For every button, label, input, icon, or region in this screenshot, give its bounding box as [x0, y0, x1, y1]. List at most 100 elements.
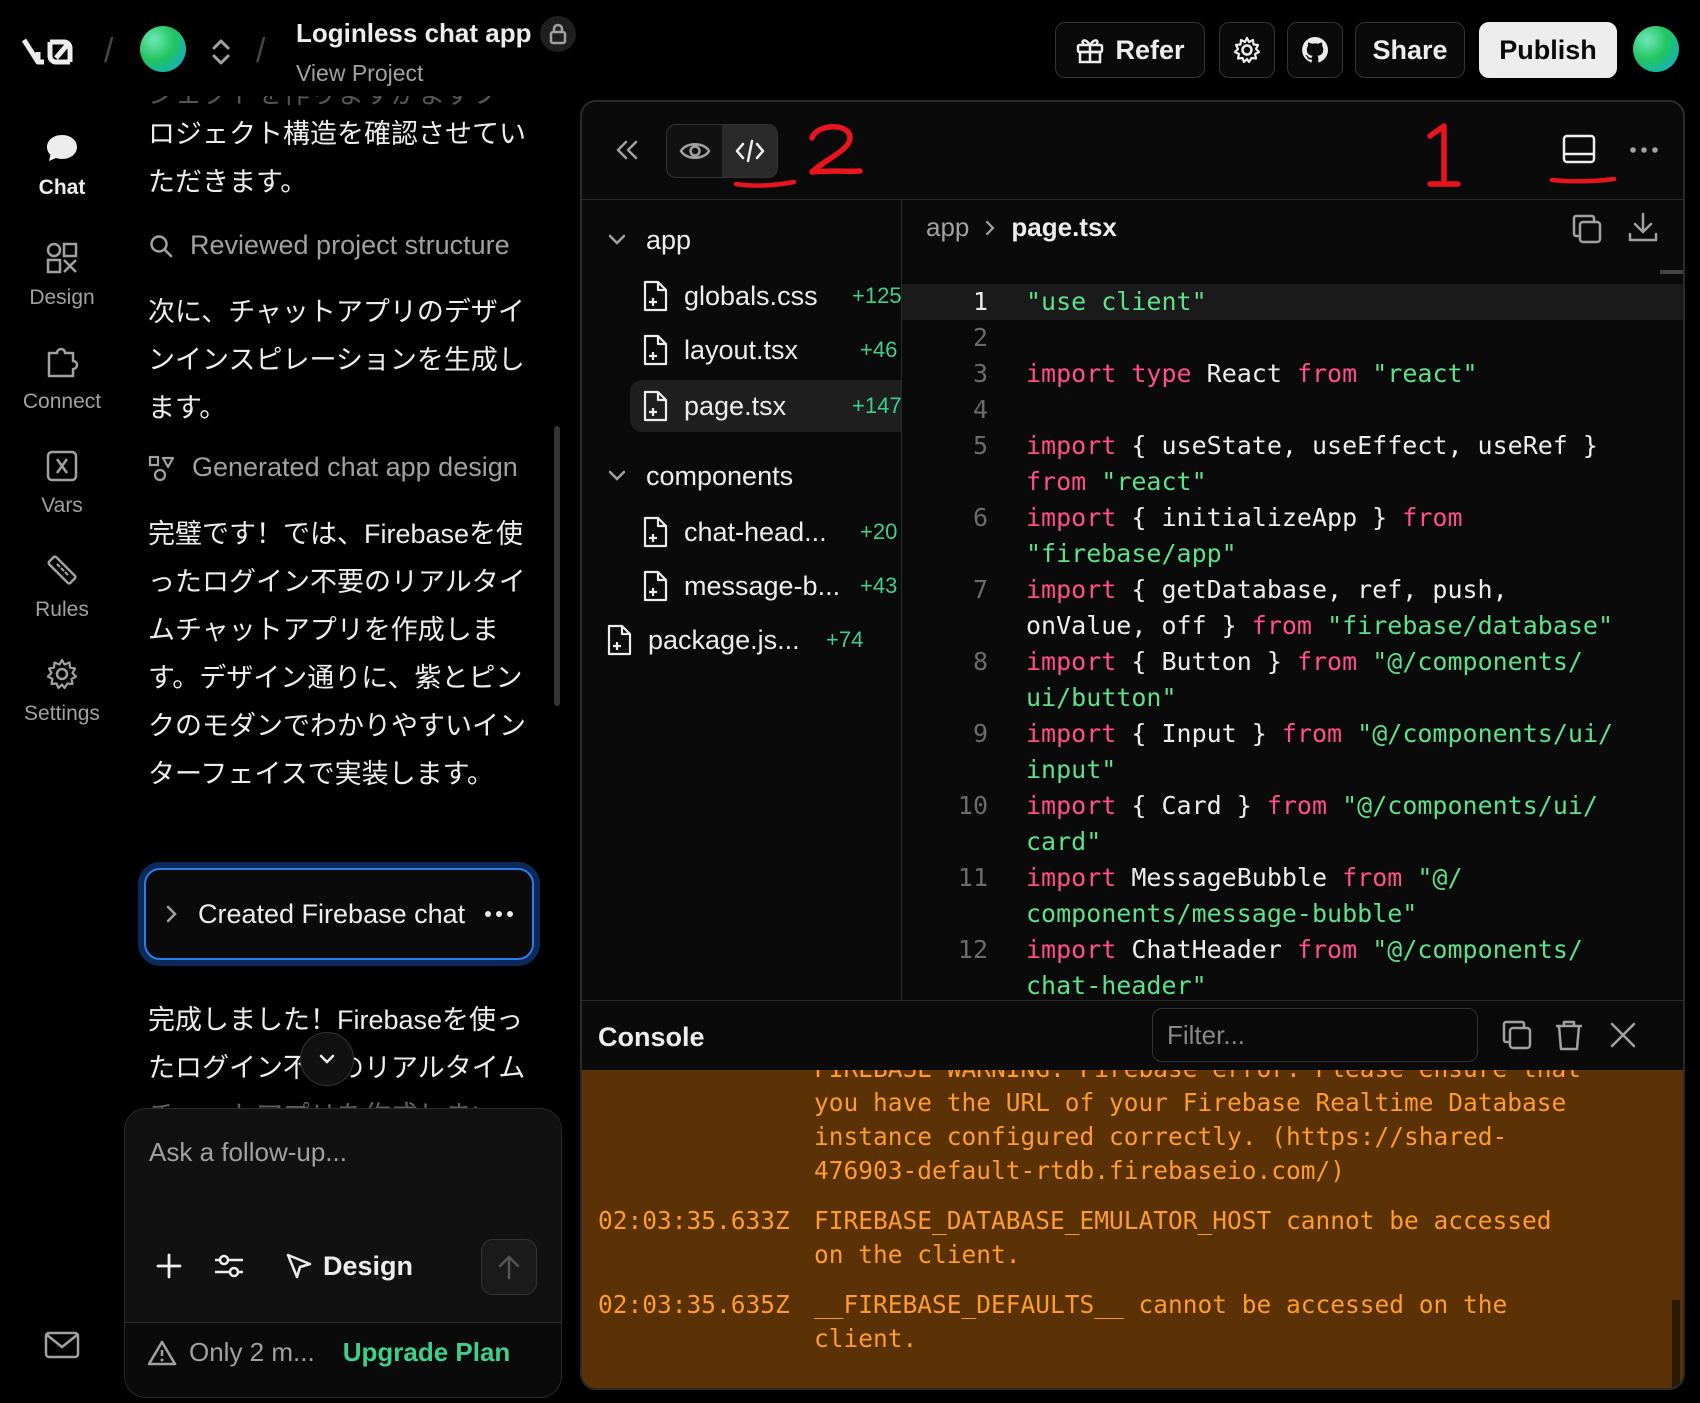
folder-components[interactable]: components [606, 450, 793, 502]
chevron-right-icon[interactable] [164, 903, 180, 925]
step-label: Reviewed project structure [190, 230, 510, 260]
github-button[interactable] [1287, 22, 1343, 78]
step-generated-design[interactable]: Generated chat app design [148, 452, 564, 483]
diff-count: +74 [826, 627, 864, 652]
usage-limit-row: Only 2 m... Upgrade Plan [147, 1337, 510, 1368]
nav-rules[interactable]: Rules [0, 552, 124, 622]
file-plus-icon [643, 334, 668, 366]
nav-design[interactable]: Design [0, 240, 124, 310]
switcher-chevrons-icon[interactable] [208, 34, 234, 70]
code-editor[interactable]: 1 "use client" 2 3 import type React fro… [902, 270, 1683, 1000]
code-panel: 1 2 app globals.css +125 layout.tsx +46 … [580, 100, 1685, 1390]
annotation-number-2 [809, 124, 863, 175]
folder-app[interactable]: app [606, 214, 691, 266]
console-filter-input[interactable] [1152, 1008, 1478, 1062]
add-attachment-button[interactable] [155, 1243, 183, 1289]
code-tab[interactable] [722, 125, 777, 177]
nav-connect[interactable]: Connect [0, 344, 124, 414]
nav-settings[interactable]: Settings [0, 656, 124, 726]
chat-message-faded: ジェクトを作りますがまずプ [148, 96, 548, 110]
composer-box: Design [125, 1109, 561, 1323]
line-number: 4 [972, 395, 988, 424]
gear-icon [1233, 36, 1261, 64]
line-number: 12 [957, 935, 988, 964]
download-icon[interactable] [1626, 210, 1660, 244]
console-scrollbar[interactable] [1672, 1300, 1680, 1388]
line-number: 1 [972, 287, 988, 316]
line-number: 2 [972, 323, 988, 352]
file-package-json[interactable]: package.js... +74 [604, 614, 901, 666]
file-page-tsx[interactable]: page.tsx +147 [630, 380, 902, 432]
collapse-chevrons-icon[interactable] [610, 132, 646, 168]
folder-name: app [646, 224, 692, 255]
chat-message: ロジェクト構造を確認させていただきます。 [148, 119, 526, 197]
upgrade-plan-link[interactable]: Upgrade Plan [343, 1337, 511, 1368]
annotation-number-1 [1427, 123, 1461, 187]
lock-icon[interactable] [540, 16, 576, 52]
chat-scrollbar[interactable] [554, 426, 560, 706]
file-plus-icon [643, 570, 668, 602]
breadcrumb: app page.tsx [926, 212, 1117, 243]
separator: / [256, 32, 266, 70]
panel-toolbar: 1 2 [582, 102, 1683, 200]
design-mode-button[interactable]: Design [285, 1243, 413, 1289]
github-icon [1302, 37, 1328, 63]
file-name: package.js... [648, 624, 800, 655]
file-plus-icon [643, 280, 668, 312]
project-title[interactable]: Loginless chat app [296, 18, 532, 49]
nav-rules-label: Rules [35, 598, 89, 621]
more-options-icon[interactable] [484, 910, 514, 918]
ruler-icon [47, 555, 77, 585]
design-shapes-icon [148, 455, 175, 481]
nav-vars[interactable]: Vars [0, 448, 124, 518]
code-icon [735, 139, 764, 163]
refer-button[interactable]: Refer [1055, 22, 1205, 78]
publish-label: Publish [1499, 34, 1597, 65]
chat-bubble-icon [47, 135, 77, 161]
file-globals-css[interactable]: globals.css +125 [640, 270, 901, 322]
line-number: 3 [972, 359, 988, 388]
copy-icon[interactable] [1570, 212, 1604, 246]
nav-chat-label: Chat [38, 176, 86, 199]
sliders-icon [215, 1254, 243, 1278]
trash-icon[interactable] [1552, 1018, 1586, 1052]
publish-button[interactable]: Publish [1479, 22, 1617, 78]
created-file-card[interactable]: Created Firebase chat app [138, 862, 540, 966]
mail-icon[interactable] [44, 1330, 80, 1360]
design-shapes-icon [46, 242, 78, 274]
chat-message: 完璧です！では、Firebaseを使ったログイン不要のリアルタイムチャットアプリ… [148, 519, 526, 789]
view-project-link[interactable]: View Project [296, 60, 423, 87]
step-reviewed-structure[interactable]: Reviewed project structure [148, 230, 564, 261]
file-layout-tsx[interactable]: layout.tsx +46 [640, 324, 901, 376]
created-card-label: Created Firebase chat app [198, 898, 466, 929]
file-message-bubble[interactable]: message-b... +43 [640, 560, 901, 612]
options-button[interactable] [213, 1243, 245, 1289]
toggle-console-panel-icon[interactable] [1560, 132, 1598, 168]
chevron-down-icon [608, 470, 626, 481]
user-avatar[interactable] [1633, 26, 1679, 72]
file-plus-icon [643, 516, 668, 548]
file-chat-header[interactable]: chat-head... +20 [640, 506, 901, 558]
variable-icon [46, 450, 78, 482]
preview-tab[interactable] [667, 125, 722, 177]
top-bar: / / Loginless chat app View Project Refe… [0, 0, 1700, 100]
log-message: __FIREBASE_DEFAULTS__ cannot be accessed… [814, 1290, 1523, 1353]
diff-count: +147 [852, 393, 902, 418]
scroll-to-bottom-button[interactable] [300, 1032, 354, 1086]
annotation-underline [733, 179, 797, 188]
diff-count: +46 [860, 337, 898, 362]
breadcrumb-file[interactable]: page.tsx [1011, 212, 1117, 243]
settings-button[interactable] [1219, 22, 1275, 78]
nav-chat[interactable]: Chat [0, 130, 124, 200]
share-button[interactable]: Share [1355, 22, 1465, 78]
v0-logo[interactable] [22, 34, 80, 68]
copy-icon[interactable] [1500, 1018, 1534, 1052]
close-icon[interactable] [1606, 1018, 1640, 1052]
send-button[interactable] [481, 1239, 537, 1295]
more-options-button[interactable] [1624, 132, 1664, 168]
warning-icon [147, 1340, 177, 1365]
follow-up-input[interactable] [149, 1137, 529, 1168]
breadcrumb-folder[interactable]: app [926, 212, 969, 243]
diff-count: +43 [860, 573, 898, 598]
team-avatar[interactable] [140, 26, 186, 72]
